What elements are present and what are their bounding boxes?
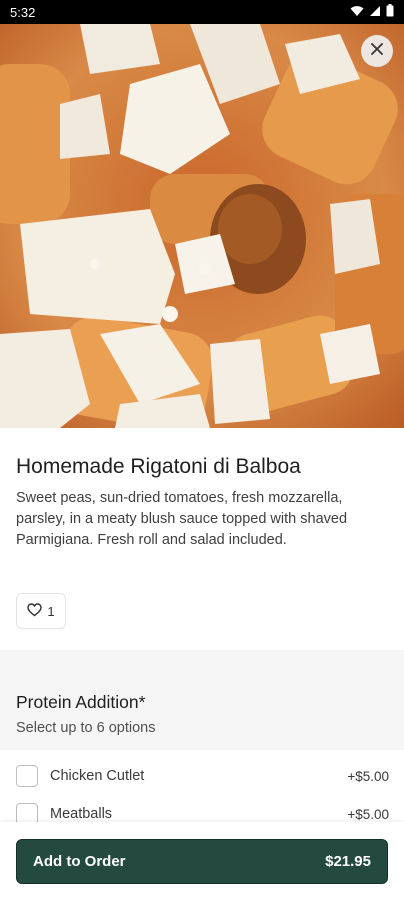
item-description: Sweet peas, sun-dried tomatoes, fresh mo… bbox=[16, 490, 348, 548]
protein-section-header: Protein Addition* Select up to 6 options bbox=[0, 650, 404, 750]
status-icons bbox=[350, 4, 394, 20]
option-chicken-cutlet[interactable]: Chicken Cutlet +$5.00 bbox=[0, 757, 404, 795]
signal-icon bbox=[369, 5, 381, 20]
add-to-order-label: Add to Order bbox=[33, 853, 126, 870]
food-photo bbox=[0, 24, 404, 428]
like-count: 1 bbox=[47, 603, 55, 619]
status-bar: 5:32 bbox=[0, 0, 404, 24]
section-subtitle: Select up to 6 options bbox=[16, 720, 156, 736]
option-label: Meatballs bbox=[50, 806, 113, 822]
option-label: Chicken Cutlet bbox=[50, 768, 145, 784]
like-button[interactable]: 1 bbox=[16, 593, 66, 629]
add-to-order-button[interactable]: Add to Order $21.95 bbox=[16, 839, 388, 884]
bottom-bar: Add to Order $21.95 bbox=[0, 822, 404, 900]
status-time: 5:32 bbox=[10, 4, 36, 20]
section-title: Protein Addition* bbox=[16, 692, 146, 712]
order-total: $21.95 bbox=[325, 853, 371, 870]
item-title: Homemade Rigatoni di Balboa bbox=[16, 455, 301, 478]
option-price: +$5.00 bbox=[347, 806, 389, 822]
close-icon bbox=[370, 42, 384, 61]
close-button[interactable] bbox=[361, 35, 393, 67]
option-price: +$5.00 bbox=[347, 768, 389, 784]
wifi-icon bbox=[350, 5, 364, 20]
battery-icon bbox=[386, 4, 394, 20]
option-checkbox[interactable] bbox=[16, 765, 38, 787]
heart-icon bbox=[27, 602, 43, 620]
